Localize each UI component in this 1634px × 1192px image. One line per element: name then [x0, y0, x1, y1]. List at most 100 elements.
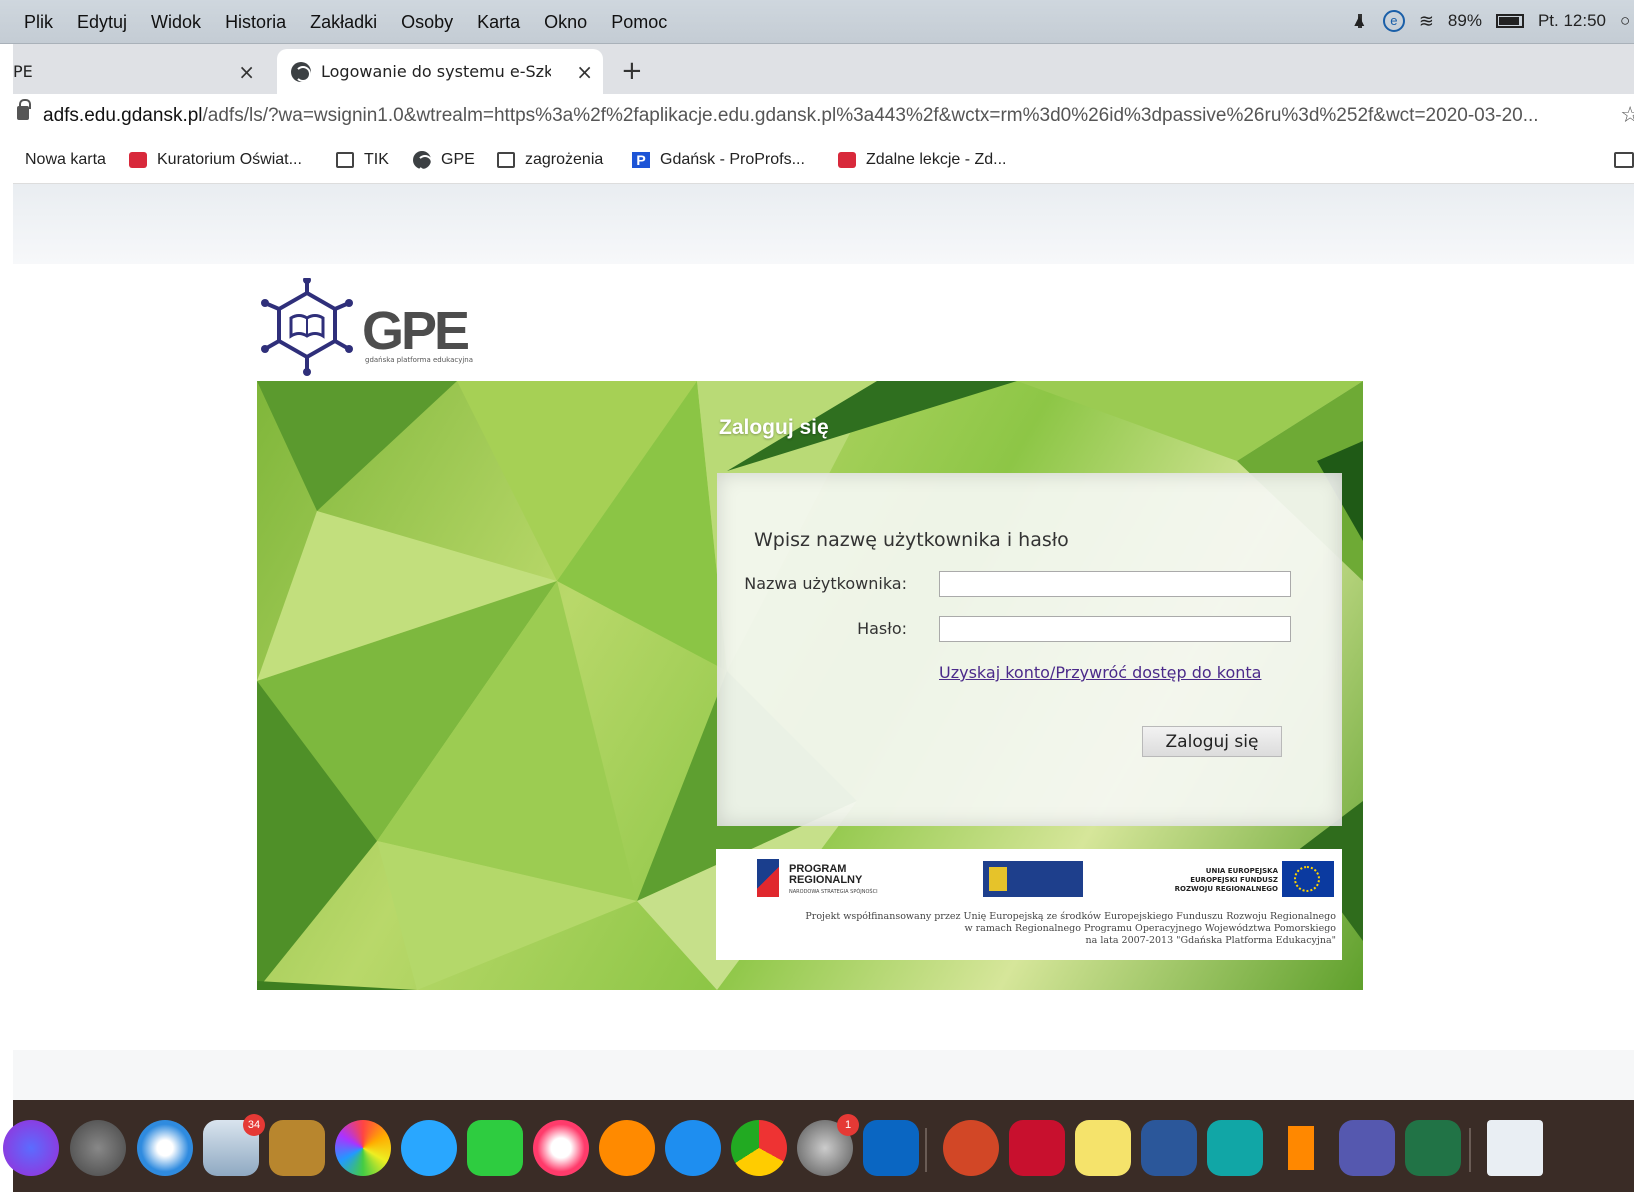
tab-strip: PE × Logowanie do systemu e-Szko × +	[13, 44, 1634, 94]
menu-bar: Plik Edytuj Widok Historia Zakładki Osob…	[0, 0, 1634, 44]
wifi-icon[interactable]: ≋	[1419, 11, 1434, 32]
excel-icon[interactable]	[1405, 1120, 1461, 1176]
gpe-logo: GPE gdańska platforma edukacyjna	[257, 276, 482, 378]
globe-icon	[413, 151, 433, 171]
p-icon: P	[632, 152, 650, 168]
menu-osoby[interactable]: Osoby	[401, 12, 453, 33]
eu-line2: EUROPEJSKI FUNDUSZ	[1190, 876, 1278, 884]
menu-karta[interactable]: Karta	[477, 12, 520, 33]
launchpad-icon[interactable]	[70, 1120, 126, 1176]
note-line2: w ramach Regionalnego Programu Operacyjn…	[964, 923, 1336, 934]
menu-widok[interactable]: Widok	[151, 12, 201, 33]
bookmark-label: Gdańsk - ProProfs...	[660, 151, 805, 168]
address-bar[interactable]: adfs.edu.gdansk.pl/adfs/ls/?wa=wsignin1.…	[13, 94, 1634, 140]
app-store-icon[interactable]	[665, 1120, 721, 1176]
program-logo-small: NARODOWA STRATEGIA SPÓJNOŚCI	[789, 889, 878, 895]
note-line3: na lata 2007-2013 "Gdańska Platforma Edu…	[1085, 935, 1336, 946]
settings-badge: 1	[837, 1114, 859, 1136]
powerpoint-icon[interactable]	[943, 1120, 999, 1176]
menu-edytuj[interactable]: Edytuj	[77, 12, 127, 33]
spotlight-icon[interactable]: ○	[1620, 11, 1634, 31]
finder-window-icon[interactable]	[1487, 1120, 1543, 1176]
close-icon[interactable]: ×	[238, 60, 255, 84]
recover-account-link[interactable]: Uzyskaj konto/Przywróć dostęp do konta	[939, 663, 1261, 682]
funding-note: Projekt współfinansowany przez Unię Euro…	[805, 911, 1336, 947]
other-bookmarks-folder-icon[interactable]	[1614, 152, 1634, 168]
acrobat-icon[interactable]	[1009, 1120, 1065, 1176]
facetime-icon[interactable]	[467, 1120, 523, 1176]
tab-login[interactable]: Logowanie do systemu e-Szko ×	[277, 49, 603, 94]
url-text[interactable]: adfs.edu.gdansk.pl/adfs/ls/?wa=wsignin1.…	[43, 105, 1539, 127]
battery-icon[interactable]	[1495, 14, 1524, 28]
login-instruction: Wpisz nazwę użytkownika i hasło	[754, 529, 1069, 551]
books-icon[interactable]	[599, 1120, 655, 1176]
program-logo-text: PROGRAM REGIONALNY	[789, 864, 862, 886]
bookmark-kuratorium[interactable]: Kuratorium Oświat...	[129, 151, 302, 169]
bookmark-tik[interactable]: TIK	[336, 151, 389, 169]
globe-icon	[291, 61, 311, 82]
bookmark-nowa-karta[interactable]: Nowa karta	[25, 151, 106, 169]
bookmark-label: zagrożenia	[525, 151, 604, 168]
bookmark-star-icon[interactable]: ☆	[1620, 103, 1634, 128]
eu-line1: UNIA EUROPEJSKA	[1205, 867, 1278, 875]
eu-funding-box: PROGRAM REGIONALNY NARODOWA STRATEGIA SPÓ…	[716, 849, 1342, 960]
bookmark-zagrozenia[interactable]: zagrożenia	[497, 151, 603, 169]
eset-icon[interactable]	[1207, 1120, 1263, 1176]
dock-separator	[925, 1128, 927, 1172]
word-icon[interactable]	[1141, 1120, 1197, 1176]
close-icon[interactable]: ×	[576, 60, 593, 84]
mail-badge: 34	[243, 1114, 265, 1136]
sign-in-button[interactable]: Zaloguj się	[1142, 726, 1282, 757]
new-tab-button[interactable]: +	[621, 56, 643, 86]
dock: 34 1	[3, 1100, 1634, 1192]
url-path: /adfs/ls/?wa=wsignin1.0&wtrealm=https%3a…	[202, 105, 1539, 126]
bookmarks-bar: Nowa karta Kuratorium Oświat... TIK GPE …	[13, 140, 1634, 184]
page-header-band	[13, 184, 1634, 264]
menu-historia[interactable]: Historia	[225, 12, 286, 33]
battery-percent[interactable]: 89%	[1448, 11, 1482, 31]
folder-icon	[336, 152, 354, 168]
note-line1: Projekt współfinansowany przez Unię Euro…	[805, 911, 1336, 922]
logo-subtitle: gdańska platforma edukacyjna	[365, 356, 474, 364]
system-preferences-icon[interactable]: 1	[797, 1114, 859, 1176]
music-icon[interactable]	[533, 1120, 589, 1176]
username-input[interactable]	[939, 571, 1291, 597]
eset-status-icon[interactable]: e	[1382, 10, 1405, 32]
program-regionalny-logo: PROGRAM REGIONALNY NARODOWA STRATEGIA SPÓ…	[757, 859, 887, 899]
photos-icon[interactable]	[335, 1120, 391, 1176]
lock-icon[interactable]	[17, 99, 31, 120]
eu-line3: ROZWOJU REGIONALNEGO	[1174, 885, 1278, 893]
messages-icon[interactable]	[401, 1120, 457, 1176]
url-domain: adfs.edu.gdansk.pl	[43, 105, 203, 126]
password-input[interactable]	[939, 616, 1291, 642]
contacts-icon[interactable]	[269, 1120, 325, 1176]
dock-separator	[1469, 1128, 1471, 1172]
bookmark-label: GPE	[441, 151, 475, 168]
menu-okno[interactable]: Okno	[544, 12, 587, 33]
teams-icon[interactable]	[1339, 1120, 1395, 1176]
clock[interactable]: Pt. 12:50	[1538, 11, 1606, 31]
bookmark-gpe[interactable]: GPE	[413, 151, 475, 171]
bookmark-label: TIK	[364, 151, 389, 168]
stickies-icon[interactable]	[1075, 1120, 1131, 1176]
chrome-icon[interactable]	[731, 1120, 787, 1176]
tab-gpe[interactable]: PE ×	[13, 49, 263, 94]
safari-icon[interactable]	[137, 1120, 193, 1176]
page-footer-band	[13, 1050, 1634, 1100]
menu-pomoc[interactable]: Pomoc	[611, 12, 667, 33]
login-panel: Wpisz nazwę użytkownika i hasło Nazwa uż…	[717, 473, 1342, 826]
mail-icon[interactable]: 34	[203, 1114, 265, 1176]
username-label: Nazwa użytkownika:	[744, 574, 907, 593]
vlc-status-icon[interactable]: ▲	[1350, 11, 1369, 31]
bookmark-zdalne-lekcje[interactable]: Zdalne lekcje - Zd...	[838, 151, 1007, 169]
menu-plik[interactable]: Plik	[24, 12, 53, 33]
vlc-icon[interactable]	[1273, 1120, 1329, 1176]
emblem-icon	[129, 152, 147, 168]
menu-zakladki[interactable]: Zakładki	[310, 12, 377, 33]
eu-flag-icon	[1282, 861, 1334, 897]
bookmark-label: Kuratorium Oświat...	[157, 151, 302, 168]
bookmark-proprofs[interactable]: P Gdańsk - ProProfs...	[632, 151, 805, 169]
outlook-icon[interactable]	[863, 1120, 919, 1176]
siri-icon[interactable]	[3, 1120, 59, 1176]
book-hexagon-icon	[261, 276, 353, 376]
